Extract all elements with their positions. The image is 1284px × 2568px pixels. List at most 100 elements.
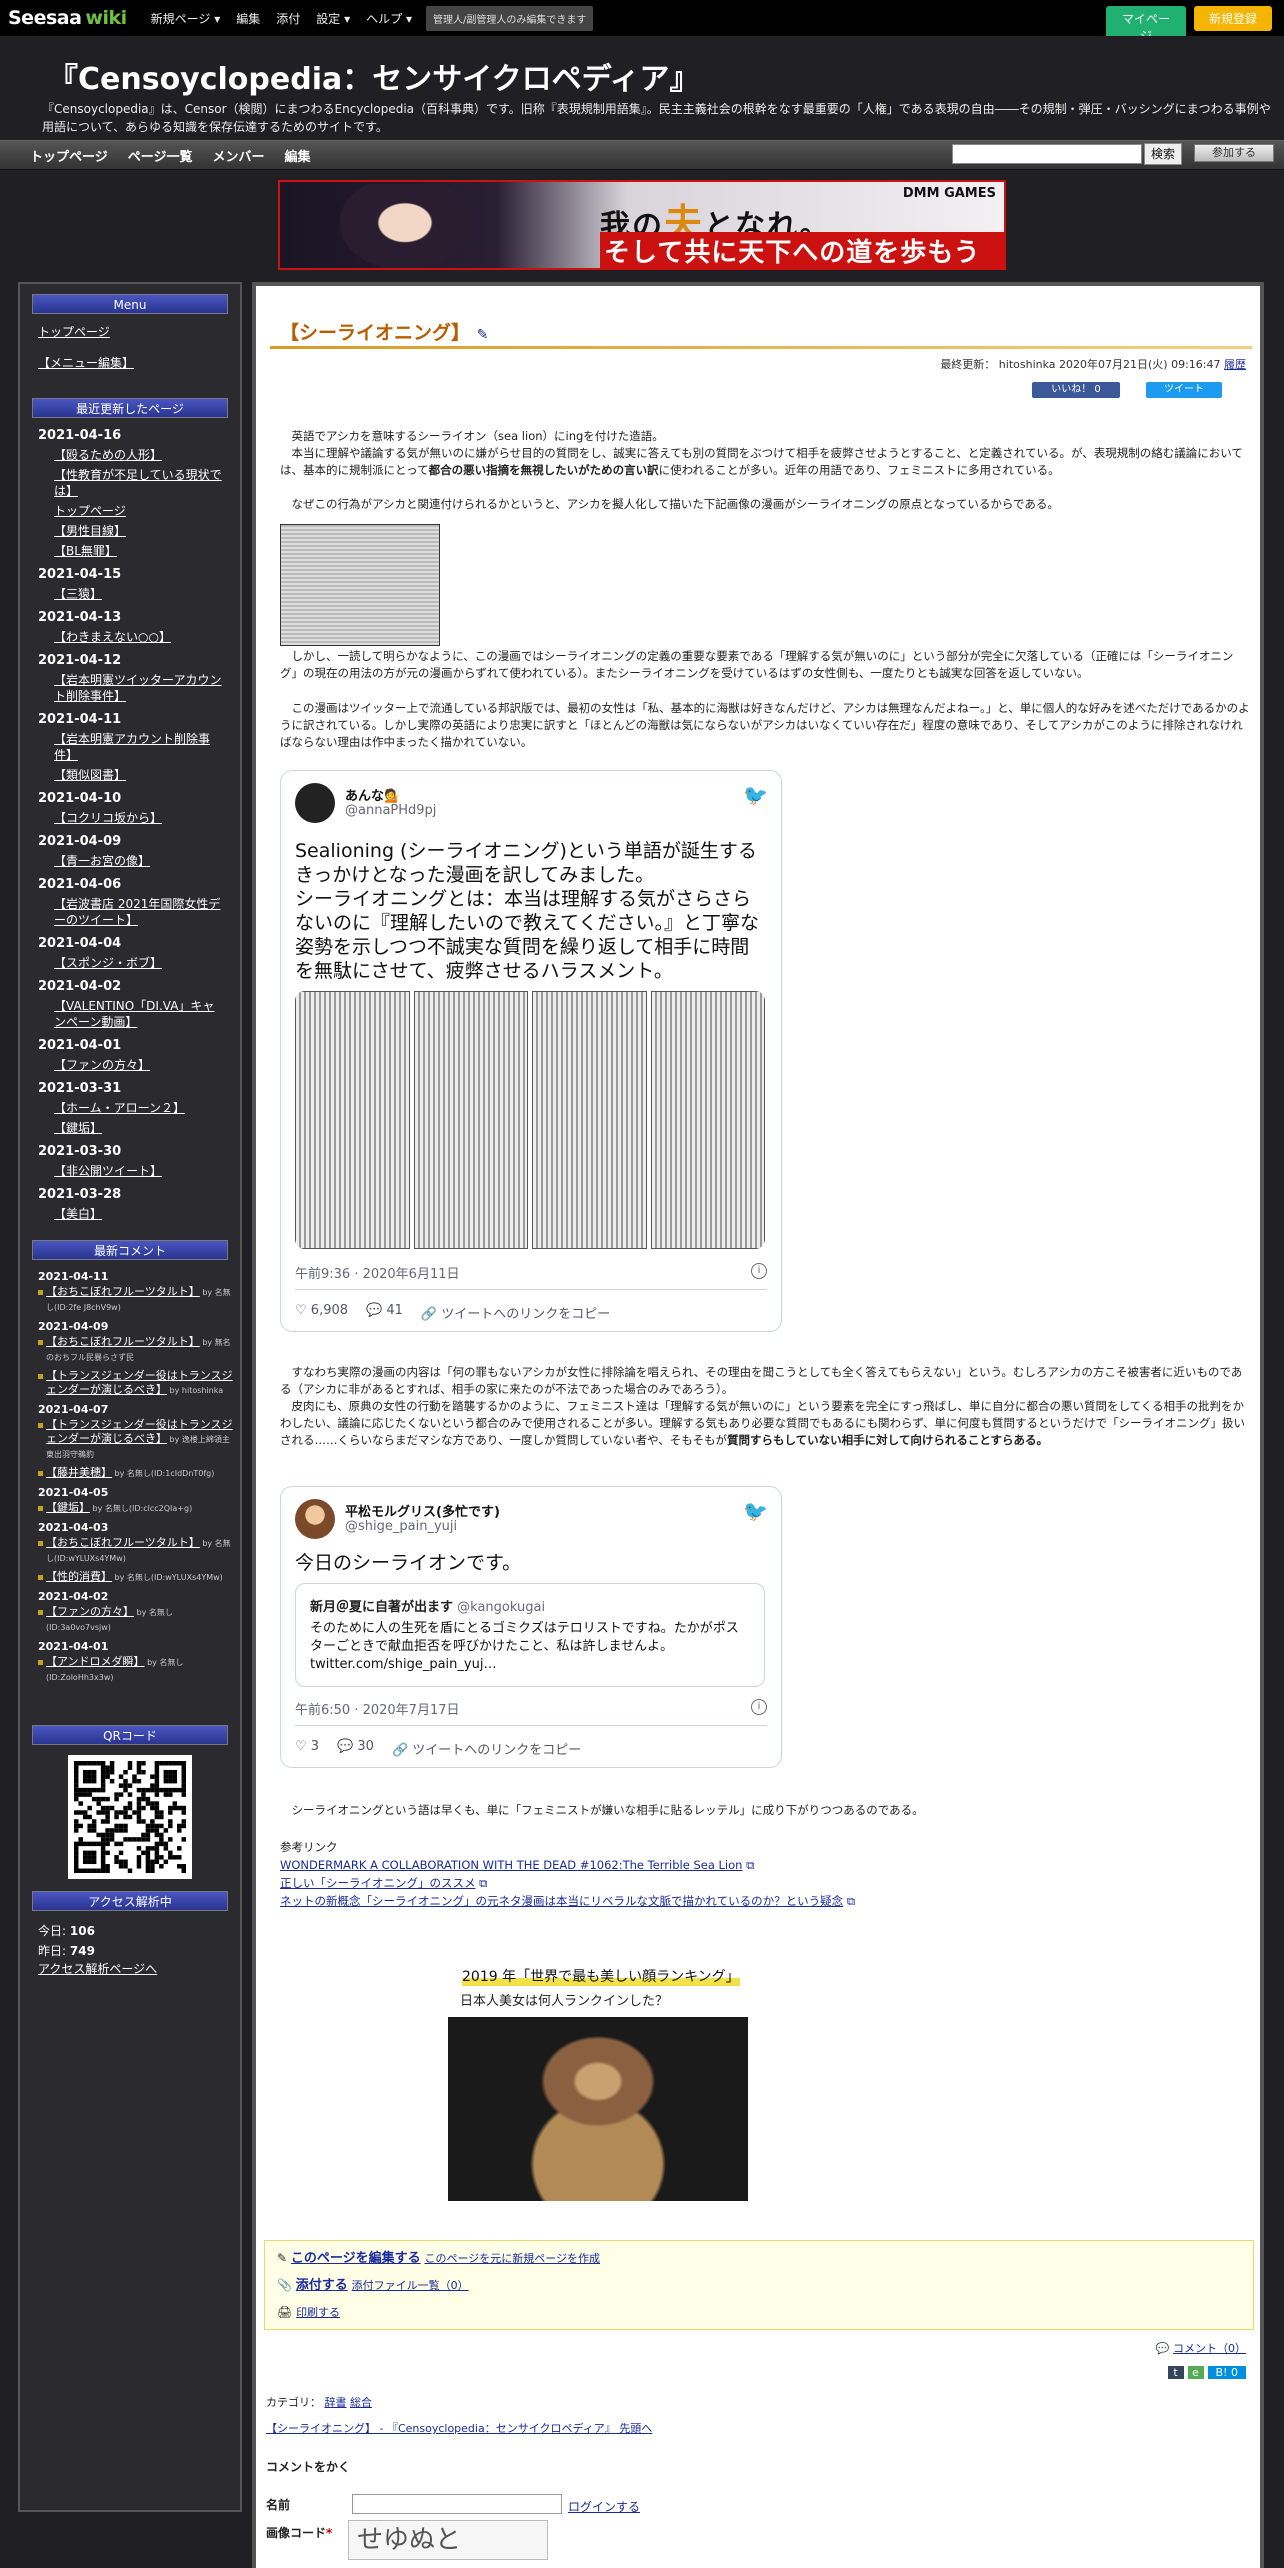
recent-date: 2021-04-01 xyxy=(38,1038,122,1053)
edit-menu[interactable]: 編集 xyxy=(236,10,260,27)
print-link[interactable]: 印刷する xyxy=(296,2306,340,2319)
comment-item: 【トランスジェンダー役はトランスジェンダーが演じるべき】 by 逸楼上綿領主 東… xyxy=(38,1418,238,1462)
attachment-list-link[interactable]: 添付ファイル一覧（0） xyxy=(352,2279,469,2292)
recent-page-link[interactable]: 【岩本明憲ツイッターアカウント削除事件】 xyxy=(54,672,222,704)
history-link[interactable]: 履歴 xyxy=(1224,358,1246,371)
banner-subline: そして共に天下への道を歩もうぞ！ xyxy=(600,232,1004,268)
info-icon[interactable]: i xyxy=(751,1699,767,1715)
recent-page-link[interactable]: 【BL無罪】 xyxy=(54,543,222,559)
reply-count[interactable]: 💬 41 xyxy=(366,1303,403,1322)
join-button[interactable]: 参加する xyxy=(1194,144,1274,162)
recent-page-link[interactable]: 【岩本明憲アカウント削除事件】 xyxy=(54,731,222,763)
tweet-comic-images[interactable] xyxy=(295,991,765,1249)
new-page-from-this-link[interactable]: このページを元に新規ページを作成 xyxy=(424,2252,600,2265)
recent-page-link[interactable]: 【ファンの方々】 xyxy=(54,1057,222,1073)
recent-page-link[interactable]: 【男性目線】 xyxy=(54,523,222,539)
nav-edit[interactable]: 編集 xyxy=(285,146,311,165)
settings-menu[interactable]: 設定 ▾ xyxy=(316,10,350,27)
info-icon[interactable]: i xyxy=(751,1263,767,1279)
embedded-tweet-2[interactable]: 平松モルグリス(多忙です) @shige_pain_yuji 🐦 今日のシーライ… xyxy=(280,1486,782,1768)
paragraph-6: すなわち実際の漫画の内容は「何の罪もないアシカが女性に排除論を唱えられ、その理由… xyxy=(280,1365,1243,1396)
reference-link-susume[interactable]: 正しい「シーライオニング」のススメ xyxy=(280,1876,476,1890)
recent-page-link[interactable]: 【スポンジ・ボブ】 xyxy=(54,955,222,971)
name-input[interactable] xyxy=(352,2494,562,2514)
ad-title: 2019 年「世界で最も美しい顔ランキング」 xyxy=(462,1966,740,1986)
recent-page-link[interactable]: 【鍵垢】 xyxy=(54,1120,222,1136)
access-analysis-link[interactable]: アクセス解析ページへ xyxy=(38,1961,222,1978)
facebook-like-button[interactable]: いいね！ 0 xyxy=(1032,382,1120,398)
recent-page-link[interactable]: 【青一お宮の像】 xyxy=(54,853,222,869)
sidebar-top-link[interactable]: トップページ xyxy=(38,324,222,341)
like-count[interactable]: ♡ 6,908 xyxy=(295,1303,348,1322)
recent-page-link[interactable]: 【類似図書】 xyxy=(54,767,222,783)
site-title[interactable]: 『Censoyclopedia：センサイクロペディア』 xyxy=(48,54,700,98)
comment-count-link[interactable]: コメント（0） xyxy=(1173,2342,1246,2355)
help-menu[interactable]: ヘルプ ▾ xyxy=(366,10,412,27)
comment-page-link[interactable]: 【藤井美穂】 xyxy=(46,1466,112,1479)
attach-menu[interactable]: 添付 xyxy=(276,10,300,27)
quoted-tweet[interactable]: 新月＠夏に自著が出ます @kangokugai そのために人の生死を盾にとるゴミ… xyxy=(295,1583,765,1687)
comment-page-link[interactable]: 【アンドロメダ瞬】 xyxy=(46,1655,145,1668)
category-dictionary[interactable]: 辞書 xyxy=(325,2396,347,2409)
sidebar-menu-edit-link[interactable]: 【メニュー編集】 xyxy=(38,355,222,372)
comment-page-link[interactable]: 【ファンの方々】 xyxy=(46,1605,134,1618)
print-tools: 🖨 印刷する xyxy=(277,2303,1241,2322)
attach-link[interactable]: 添付する xyxy=(296,2278,348,2293)
category-general[interactable]: 総合 xyxy=(350,2396,372,2409)
twitter-bird-icon: 🐦 xyxy=(743,783,768,807)
recent-page-link[interactable]: 【三猿】 xyxy=(54,586,222,602)
recent-page-link[interactable]: 【わきまえない○○】 xyxy=(54,629,222,645)
nav-top[interactable]: トップページ xyxy=(30,146,108,165)
comment-page-link[interactable]: 【おちこぼれフルーツタルト】 xyxy=(46,1536,200,1549)
new-page-menu[interactable]: 新規ページ ▾ xyxy=(151,10,221,27)
comment-page-link[interactable]: 【おちこぼれフルーツタルト】 xyxy=(46,1285,200,1298)
search-button[interactable]: 検索 xyxy=(1144,143,1182,165)
comment-page-link[interactable]: 【鍵垢】 xyxy=(46,1501,90,1514)
embedded-tweet-1[interactable]: あんな💁 @annaPHd9pj 🐦 Sealioning (シーライオニング)… xyxy=(280,770,782,1332)
tumblr-icon[interactable]: t xyxy=(1167,2366,1184,2379)
reference-link-newconcept[interactable]: ネットの新概念「シーライオニング」の元ネタ漫画は本当にリベラルな文脈で描かれてい… xyxy=(280,1894,843,1908)
recent-page-link[interactable]: 【美白】 xyxy=(54,1206,222,1222)
like-count[interactable]: ♡ 3 xyxy=(295,1739,319,1758)
signup-button[interactable]: 新規登録 xyxy=(1194,6,1272,31)
recent-page-link[interactable]: 【コクリコ坂から】 xyxy=(54,810,222,826)
recent-page-link[interactable]: トップページ xyxy=(54,503,222,519)
ad-banner[interactable]: 我の夫となれ。 そして共に天下への道を歩もうぞ！ DMM GAMES xyxy=(278,180,1006,270)
edit-page-link[interactable]: このページを編集する xyxy=(291,2251,421,2266)
recent-date: 2021-04-04 xyxy=(38,936,122,951)
search-input[interactable] xyxy=(952,144,1142,164)
recent-page-link[interactable]: 【非公開ツイート】 xyxy=(54,1163,222,1179)
evernote-icon[interactable]: e xyxy=(1187,2366,1204,2379)
recent-date: 2021-04-12 xyxy=(38,653,122,668)
nav-members[interactable]: メンバー xyxy=(213,146,265,165)
recent-page-link[interactable]: 【性教育が不足している現状では】 xyxy=(54,467,222,499)
hatena-bookmark-button[interactable]: B! 0 xyxy=(1207,2366,1246,2379)
copy-link[interactable]: 🔗 ツイートへのリンクをコピー xyxy=(421,1303,610,1322)
tweet-date[interactable]: 午前9:36 · 2020年6月11日 xyxy=(295,1263,460,1282)
nav-page-list[interactable]: ページ一覧 xyxy=(128,146,193,165)
breadcrumb-link[interactable]: 【シーライオニング】 - 『Censoyclopedia：センサイクロペディア』… xyxy=(266,2422,652,2435)
tweet-date[interactable]: 午前6:50 · 2020年7月17日 xyxy=(295,1699,460,1718)
recent-page-link[interactable]: 【ホーム・アローン２】 xyxy=(54,1100,222,1116)
recent-page-link[interactable]: 【殴るための人形】 xyxy=(54,447,222,463)
paragraph-4: しかし、一読して明らかなように、この漫画ではシーライオニングの定義の重要な要素で… xyxy=(280,649,1234,680)
reply-count[interactable]: 💬 30 xyxy=(337,1739,374,1758)
comment-page-link[interactable]: 【性的消費】 xyxy=(46,1570,112,1583)
sealion-comic-thumbnail[interactable] xyxy=(280,524,440,646)
comment-form-heading: コメントをかく xyxy=(266,2460,351,2474)
recent-page-link[interactable]: 【VALENTINO「DI.VA」キャンペーン動画】 xyxy=(54,998,222,1030)
tweet-button[interactable]: ツイート xyxy=(1146,382,1222,398)
categories: カテゴリ： 辞書 総合 xyxy=(266,2396,372,2409)
captcha-label: 画像コード* xyxy=(266,2526,333,2540)
tweet-text: 今日のシーライオンです。 xyxy=(295,1552,522,1574)
reference-link-wondermark[interactable]: WONDERMARK A COLLABORATION WITH THE DEAD… xyxy=(280,1858,742,1872)
paragraph-2: 本当に理解や議論する気が無いのに嫌がらせ目的の質問をし、誠実に答えても別の質問を… xyxy=(280,446,1243,477)
advertisement[interactable]: 2019 年「世界で最も美しい顔ランキング」 日本人美女は何人ランクインした？ xyxy=(448,1966,748,2201)
comment-page-link[interactable]: 【おちこぼれフルーツタルト】 xyxy=(46,1335,200,1348)
external-link-icon: ⧉ xyxy=(746,1858,755,1872)
pencil-icon[interactable]: ✎ xyxy=(477,327,489,343)
copy-link[interactable]: 🔗 ツイートへのリンクをコピー xyxy=(392,1739,581,1758)
seesaa-wiki-logo[interactable]: Seesaa wiki xyxy=(8,7,127,29)
login-link[interactable]: ログインする xyxy=(568,2498,640,2515)
recent-page-link[interactable]: 【岩波書店 2021年国際女性デーのツイート】 xyxy=(54,896,222,928)
